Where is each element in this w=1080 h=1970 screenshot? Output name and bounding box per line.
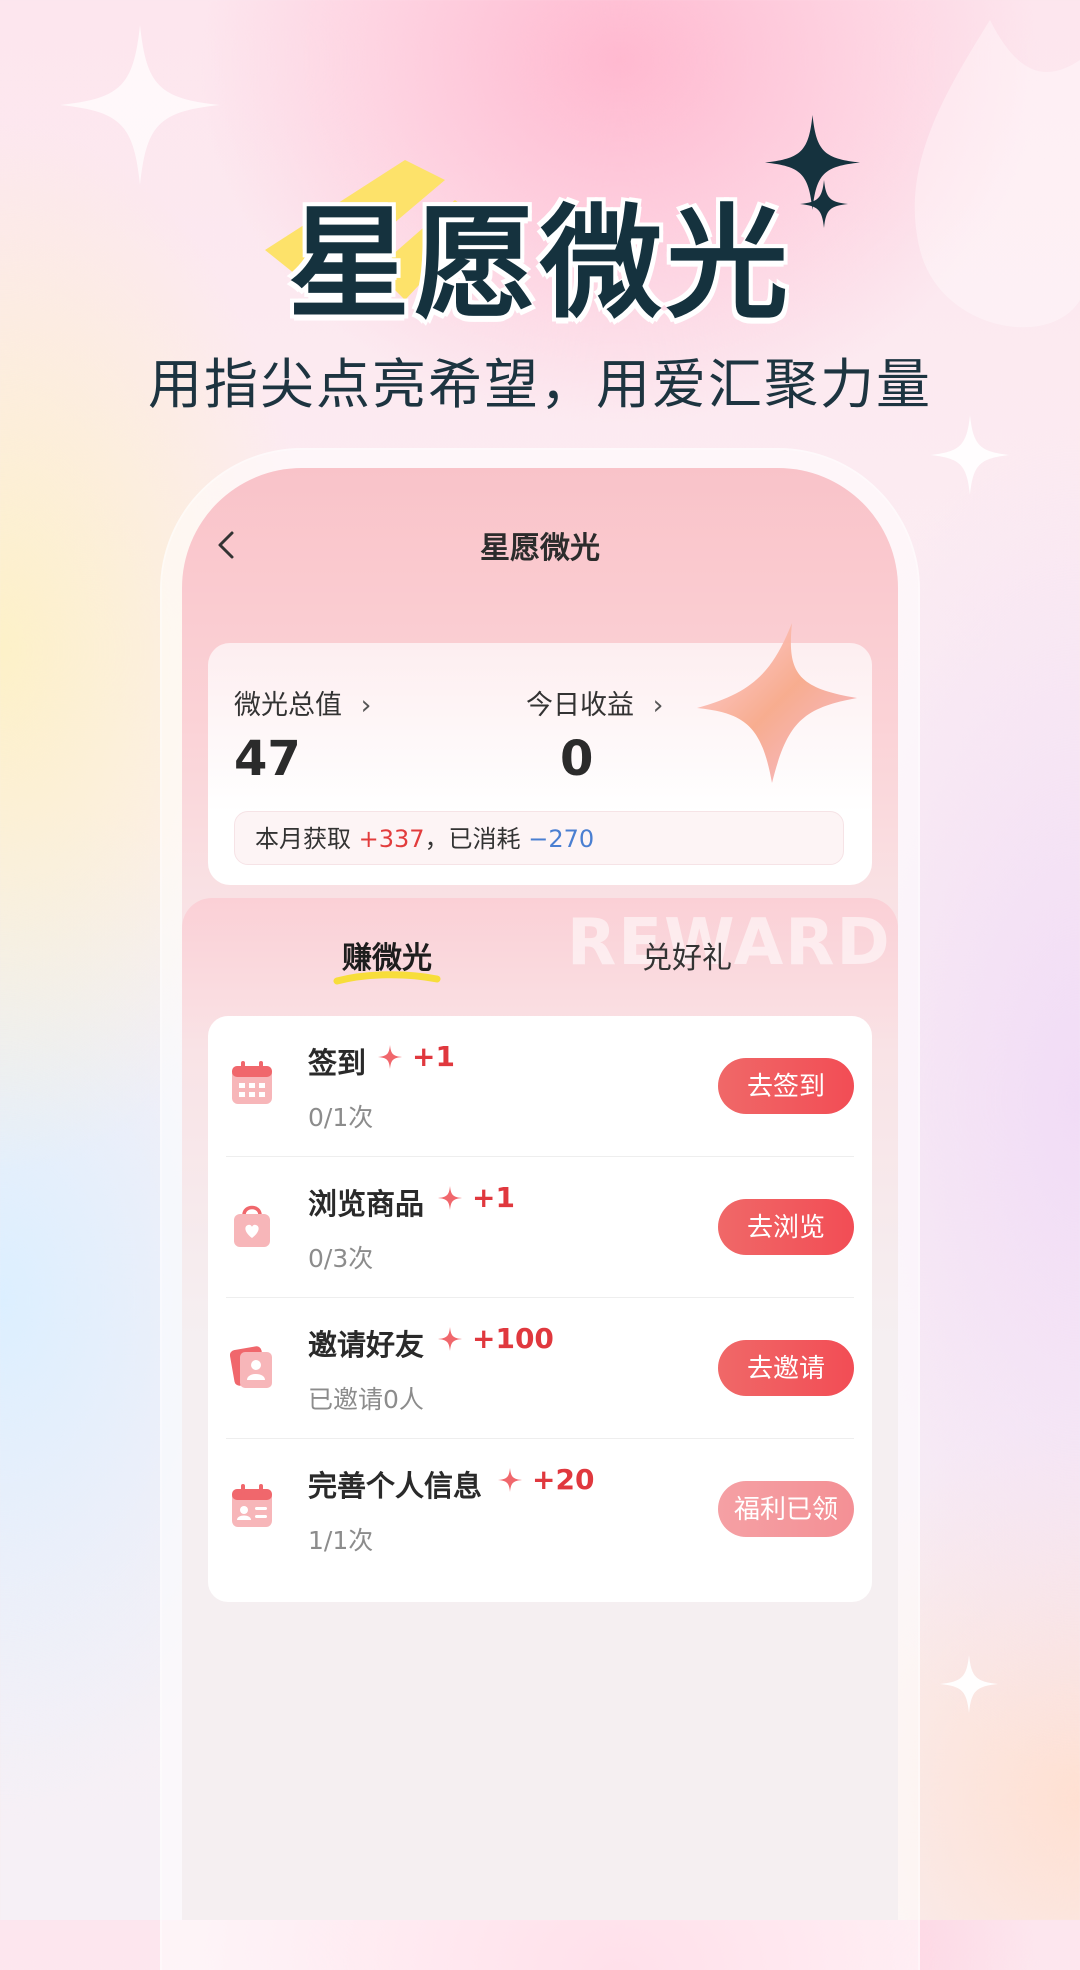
- task-reward-value: +100: [472, 1322, 554, 1355]
- sparkle-icon: [378, 1044, 402, 1069]
- monthly-stats-mid: ，已消耗: [424, 825, 529, 853]
- today-earnings-link[interactable]: 今日收益 ›: [526, 683, 663, 722]
- monthly-spent-value: −270: [528, 825, 595, 853]
- page-title: 星愿微光: [480, 531, 600, 566]
- sparkle-icon: [438, 1185, 462, 1210]
- go-invite-button[interactable]: 去邀请: [718, 1340, 854, 1396]
- hero-title: 星愿微光: [288, 193, 792, 335]
- task-progress: 0/3次: [308, 1244, 374, 1273]
- hero-subtitle: 用指尖点亮希望，用爱汇聚力量: [148, 353, 932, 416]
- reward-claimed-button[interactable]: 福利已领: [718, 1481, 854, 1537]
- task-reward: +100: [438, 1322, 554, 1355]
- list-item: 完善个人信息 +20 1/1次 福利已领: [208, 1439, 872, 1580]
- sparkle-icon: [498, 1467, 522, 1492]
- sparkle-icon: [940, 1655, 998, 1713]
- total-points-link[interactable]: 微光总值 ›: [234, 683, 371, 722]
- list-item: 浏览商品 +1 0/3次 去浏览: [208, 1157, 872, 1298]
- sparkle-icon: [930, 415, 1010, 495]
- task-reward-value: +1: [472, 1181, 515, 1214]
- task-progress: 1/1次: [308, 1526, 374, 1555]
- sparkle-icon: [438, 1326, 462, 1351]
- shopping-bag-icon: [234, 1205, 270, 1247]
- chevron-right-icon: ›: [360, 690, 372, 721]
- task-reward: +1: [378, 1040, 455, 1073]
- task-name: 签到: [308, 1046, 367, 1080]
- monthly-stats-prefix: 本月获取: [255, 825, 359, 853]
- total-points-label: 微光总值: [234, 690, 342, 721]
- task-reward: +20: [498, 1463, 594, 1496]
- app-screen: 星愿微光 微光总值 › 47 今日收益 › 0 本月获取 +337，已消耗 −2…: [182, 468, 898, 1920]
- task-reward-value: +1: [412, 1040, 455, 1073]
- task-progress: 0/1次: [308, 1103, 374, 1132]
- list-item: 签到 +1 0/1次 去签到: [208, 1016, 872, 1157]
- total-points-value: 47: [234, 731, 301, 787]
- user-card-icon: [230, 1346, 272, 1388]
- task-name: 完善个人信息: [308, 1469, 483, 1503]
- monthly-stats-bar: 本月获取 +337，已消耗 −270: [234, 811, 844, 865]
- tab-active-underline: [333, 971, 441, 985]
- tab-redeem[interactable]: 兑好礼: [642, 933, 732, 977]
- task-list: 签到 +1 0/1次 去签到 浏览商品 +1 0/3次 去浏览 邀请好友 +10…: [208, 1016, 872, 1602]
- profile-calendar-icon: [232, 1484, 272, 1527]
- task-reward: +1: [438, 1181, 515, 1214]
- chevron-right-icon: ›: [652, 690, 664, 721]
- task-reward-value: +20: [532, 1463, 595, 1496]
- list-item: 邀请好友 +100 已邀请0人 去邀请: [208, 1298, 872, 1439]
- today-earnings-label: 今日收益: [526, 690, 634, 721]
- today-earnings-value: 0: [560, 731, 594, 787]
- task-name: 浏览商品: [308, 1187, 425, 1221]
- monthly-gain-value: +337: [358, 825, 425, 853]
- go-browse-button[interactable]: 去浏览: [718, 1199, 854, 1255]
- task-progress: 已邀请0人: [308, 1385, 424, 1414]
- calendar-icon: [232, 1061, 272, 1104]
- task-name: 邀请好友: [308, 1328, 425, 1362]
- glowing-star-icon: [697, 623, 857, 783]
- go-checkin-button[interactable]: 去签到: [718, 1058, 854, 1114]
